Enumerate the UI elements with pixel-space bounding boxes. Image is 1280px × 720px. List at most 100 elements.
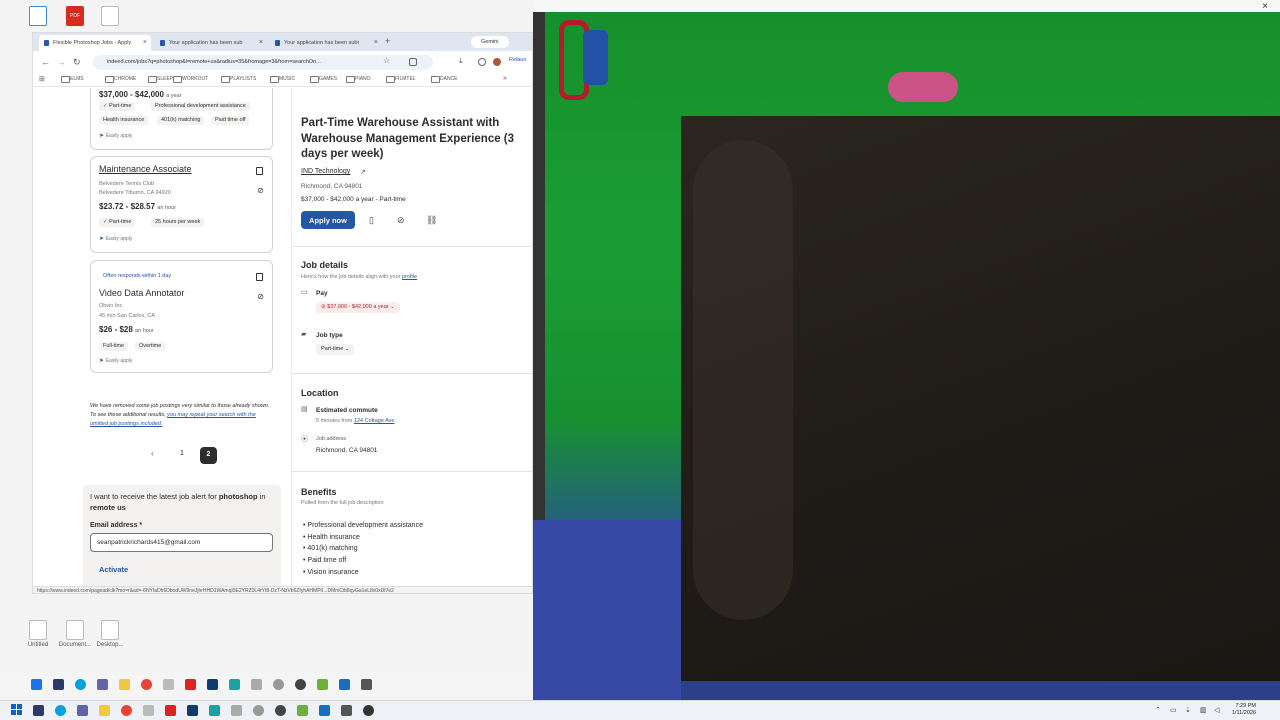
gemini-button[interactable]: Gemini xyxy=(471,36,509,48)
bookmark-folder[interactable]: DANCE xyxy=(431,76,458,83)
edge-icon[interactable] xyxy=(55,705,66,716)
home-address-link[interactable]: 124 Cottage Ave xyxy=(354,418,395,424)
app-icon[interactable] xyxy=(295,679,306,690)
not-interested-icon[interactable]: ⊘ xyxy=(397,215,405,226)
job-card[interactable]: $37,000 - $42,000 a year Part-time Profe… xyxy=(90,88,273,150)
external-link-icon[interactable]: ↗ xyxy=(360,168,366,176)
app-icon[interactable] xyxy=(275,705,286,716)
close-tab-icon[interactable]: × xyxy=(143,39,147,46)
app-icon[interactable] xyxy=(33,705,44,716)
close-icon[interactable]: × xyxy=(1262,1,1268,12)
app-icon[interactable] xyxy=(319,705,330,716)
share-link-icon[interactable]: ⛓ xyxy=(426,215,437,226)
bookmark-folder[interactable]: MUSIC xyxy=(270,76,295,83)
back-arrow-icon[interactable]: ← xyxy=(41,57,50,67)
close-tab-icon[interactable]: × xyxy=(374,39,378,46)
app-icon[interactable] xyxy=(251,679,262,690)
app-icon[interactable] xyxy=(165,705,176,716)
tab-indeed-jobs[interactable]: Flexible Photoshop Jobs - Apply × xyxy=(39,35,151,51)
apply-now-button[interactable]: Apply now xyxy=(301,211,355,229)
network-icon[interactable]: ▥ xyxy=(1200,706,1207,714)
company-link[interactable]: IND Technology xyxy=(301,168,350,175)
app-icon[interactable] xyxy=(297,705,308,716)
bookmark-folder[interactable]: PIANO xyxy=(346,76,371,83)
pagination-prev[interactable]: ‹ xyxy=(151,449,154,458)
app-icon[interactable] xyxy=(253,705,264,716)
save-job-icon[interactable]: ▯ xyxy=(369,215,374,226)
bookmark-folder[interactable]: WORKOUT xyxy=(173,76,208,83)
chrome-icon[interactable] xyxy=(121,705,132,716)
app-icon[interactable] xyxy=(231,705,242,716)
extension-icon[interactable] xyxy=(478,58,486,66)
reload-icon[interactable]: ↻ xyxy=(73,57,81,68)
activate-button[interactable]: Activate xyxy=(99,565,128,574)
pagination-page-2[interactable]: 2 xyxy=(200,447,217,464)
bookmark-folder[interactable]: SLEEP xyxy=(148,76,173,83)
tray-chevron-icon[interactable]: ⌃ xyxy=(1155,706,1161,714)
app-icon[interactable] xyxy=(53,679,64,690)
app-icon[interactable] xyxy=(163,679,174,690)
profile-link[interactable]: profile xyxy=(402,274,417,280)
tab-application-2[interactable]: Your application has been subr × xyxy=(270,35,382,51)
forward-arrow-icon[interactable]: → xyxy=(57,57,66,67)
job-card[interactable]: Often responds within 1 day ⊘ Video Data… xyxy=(90,260,273,373)
start-icon[interactable] xyxy=(31,679,42,690)
job-card[interactable]: Maintenance Associate ⊘ Belvedere Tennis… xyxy=(90,156,273,253)
app-icon[interactable] xyxy=(77,705,88,716)
app-icon[interactable] xyxy=(317,679,328,690)
job-card-title[interactable]: Video Data Annotator xyxy=(99,288,184,298)
app-icon[interactable] xyxy=(273,679,284,690)
relaunch-button[interactable]: Relaun xyxy=(509,57,526,63)
windows-start-icon[interactable] xyxy=(11,704,23,716)
app-icon[interactable] xyxy=(341,705,352,716)
new-tab-button[interactable]: + xyxy=(385,36,390,46)
pdf-file-icon[interactable]: PDF xyxy=(55,6,95,28)
app-icon[interactable] xyxy=(339,679,350,690)
volume-icon[interactable]: ◁ xyxy=(1214,706,1219,714)
app-icon[interactable] xyxy=(361,679,372,690)
folder-icon[interactable] xyxy=(119,679,130,690)
extension-icon[interactable] xyxy=(409,58,417,66)
email-field[interactable] xyxy=(90,533,273,552)
recycle-bin-icon[interactable] xyxy=(18,6,58,28)
job-card-title[interactable]: Maintenance Associate xyxy=(99,164,192,174)
tray-icon[interactable]: ▭ xyxy=(1170,706,1177,714)
more-bookmarks-icon[interactable]: » xyxy=(503,75,507,82)
tab-application-1[interactable]: Your application has been sub × xyxy=(155,35,267,51)
bookmark-folder[interactable]: PLAYLISTS xyxy=(221,76,256,83)
bookmark-folder[interactable]: GAMES xyxy=(310,76,337,83)
app-icon[interactable] xyxy=(229,679,240,690)
download-icon[interactable]: ⤓ xyxy=(459,56,463,66)
app-icon[interactable] xyxy=(97,679,108,690)
system-clock[interactable]: 7:29 PM 1/11/2026 xyxy=(1232,703,1256,717)
url-field[interactable]: indeed.com/jobs?q=photoshop&l=remote+us&… xyxy=(93,55,433,70)
bookmark-star-icon[interactable]: ☆ xyxy=(383,56,390,65)
not-interested-icon[interactable]: ⊘ xyxy=(257,186,264,195)
media-player-icon[interactable] xyxy=(363,705,374,716)
profile-avatar-icon[interactable] xyxy=(493,58,501,66)
folder-icon[interactable] xyxy=(99,705,110,716)
desktop-file-icon[interactable]: Untitled xyxy=(18,620,58,648)
bookmark-folder[interactable]: ELMS xyxy=(61,76,84,83)
app-icon[interactable] xyxy=(143,705,154,716)
edge-icon[interactable] xyxy=(75,679,86,690)
save-job-icon[interactable] xyxy=(256,273,263,281)
apps-grid-icon[interactable]: ⊞ xyxy=(39,75,45,83)
job-type-pill[interactable]: Part-time ⌄ xyxy=(316,344,355,355)
desktop-file-icon[interactable]: Document... xyxy=(55,620,95,648)
bookmark-folder[interactable]: FILMTEL xyxy=(386,76,416,83)
chrome-icon[interactable] xyxy=(141,679,152,690)
bookmark-folder[interactable]: CHROME xyxy=(105,76,136,83)
photoshop-icon[interactable] xyxy=(187,705,198,716)
pagination-page-1[interactable]: 1 xyxy=(180,450,184,457)
pay-pill[interactable]: ⊘ $37,000 - $42,000 a year ⌄ xyxy=(316,302,400,313)
desktop-file-icon[interactable]: Desktop... xyxy=(90,620,130,648)
app-icon[interactable] xyxy=(209,705,220,716)
close-tab-icon[interactable]: × xyxy=(259,39,263,46)
usb-icon[interactable]: ⇣ xyxy=(1185,706,1191,714)
photoshop-icon[interactable] xyxy=(207,679,218,690)
app-icon[interactable] xyxy=(185,679,196,690)
document-file-icon[interactable] xyxy=(90,6,130,28)
save-job-icon[interactable] xyxy=(256,167,263,175)
not-interested-icon[interactable]: ⊘ xyxy=(257,292,264,301)
